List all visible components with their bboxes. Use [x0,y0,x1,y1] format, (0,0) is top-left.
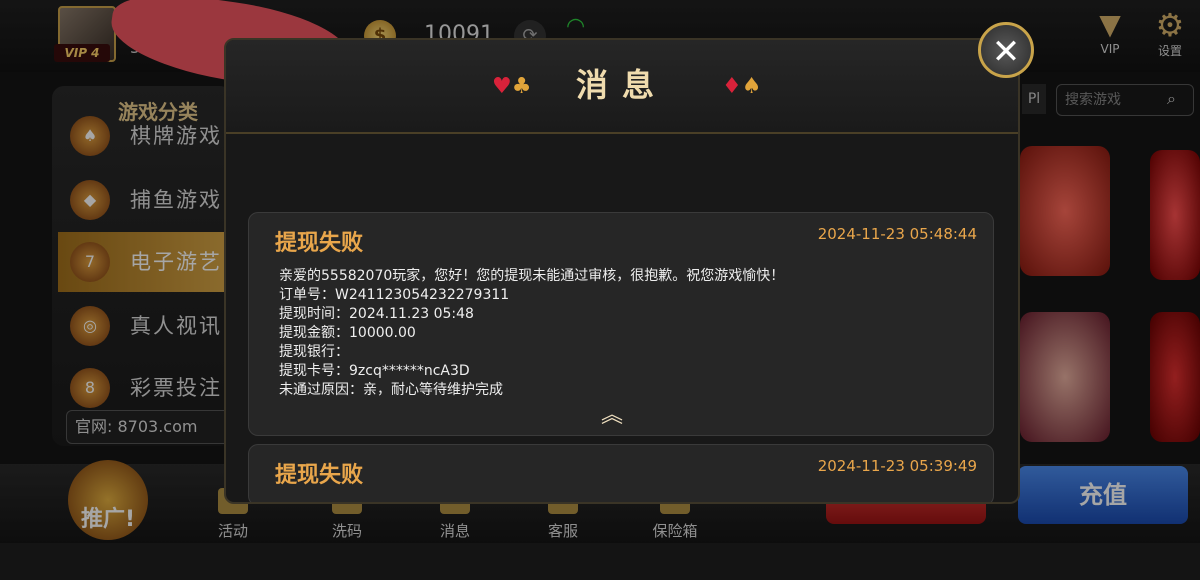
message-line: 提现金额：10000.00 [279,325,416,341]
message-time: 2024-11-23 05:48:44 [817,225,977,243]
diamond-spade-icon: ♦♠ [722,74,762,99]
close-button[interactable]: ✕ [978,22,1034,78]
dialog-title: 消息 [575,66,668,104]
message-time: 2024-11-23 05:39:49 [817,457,977,475]
collapse-chevron-icon[interactable]: ︽ [601,405,623,427]
message-line: 未通过原因：亲，耐心等待维护完成 [279,382,503,398]
message-line: 亲爱的55582070玩家，您好！您的提现未能通过审核，很抱歉。祝您游戏愉快！ [279,268,785,284]
message-body: 亲爱的55582070玩家，您好！您的提现未能通过审核，很抱歉。祝您游戏愉快！ … [279,267,784,400]
messages-dialog: ♥♣ 消息 ♦♠ 提现失败 2024-11-23 05:48:44 亲爱的555… [224,38,1020,504]
message-title: 提现失败 [275,463,364,488]
message-line: 订单号：W241123054232279311 [279,287,510,303]
message-line: 提现时间：2024.11.23 05:48 [279,306,474,322]
message-card[interactable]: 提现失败 2024-11-23 05:48:44 亲爱的55582070玩家，您… [248,212,994,436]
dialog-header: ♥♣ 消息 ♦♠ [226,40,1018,134]
message-card[interactable]: 提现失败 2024-11-23 05:39:49 [248,444,994,502]
message-title: 提现失败 [275,231,364,256]
message-line: 提现银行： [279,344,349,360]
message-line: 提现卡号：9zcq******ncA3D [279,363,470,379]
